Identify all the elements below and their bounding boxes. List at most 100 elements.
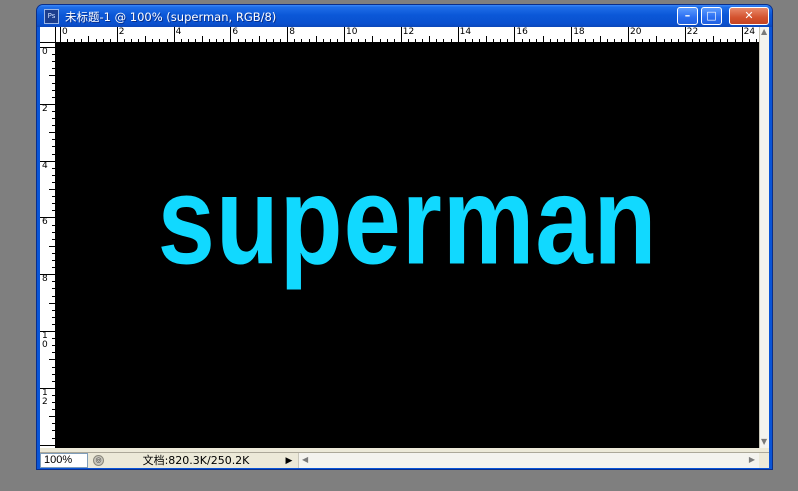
- ruler-tick: [52, 68, 55, 70]
- ruler-tick: [706, 39, 708, 42]
- ruler-tick: [49, 302, 55, 304]
- document-window: Ps 未标题-1 @ 100% (superman, RGB/8) – □ ✕ …: [36, 4, 773, 470]
- ruler-tick: [564, 39, 566, 42]
- ruler-tick: [166, 39, 168, 42]
- ruler-tick: [52, 252, 55, 254]
- ruler-tick: [542, 36, 544, 42]
- ruler-tick: [500, 39, 502, 42]
- ruler-label: 8: [289, 27, 295, 37]
- ruler-tick: [49, 245, 55, 247]
- ruler-tick: [49, 75, 55, 77]
- ruler-tick: [49, 189, 55, 190]
- ruler-tick: [521, 39, 523, 42]
- ruler-tick: [52, 309, 55, 311]
- photoshop-icon[interactable]: Ps: [44, 9, 59, 24]
- ruler-tick: [49, 359, 55, 361]
- image-canvas[interactable]: superman: [56, 43, 759, 448]
- ruler-tick: [528, 39, 530, 42]
- ruler-tick: [230, 27, 232, 42]
- ruler-tick: [49, 132, 55, 134]
- ruler-tick: [52, 402, 55, 403]
- ruler-tick: [52, 281, 55, 283]
- ruler-label: 6: [42, 217, 48, 228]
- close-button[interactable]: ✕: [729, 7, 769, 25]
- ruler-tick: [52, 231, 55, 233]
- zoom-level-field[interactable]: 100%: [40, 453, 88, 468]
- ruler-tick: [202, 36, 203, 42]
- superman-text-layer[interactable]: superman: [84, 158, 731, 283]
- ruler-tick: [52, 203, 55, 205]
- ruler-tick: [422, 39, 424, 42]
- ruler-tick: [649, 39, 651, 42]
- ruler-tick: [258, 36, 260, 42]
- horizontal-scrollbar[interactable]: ◀ ▶: [298, 453, 759, 468]
- ruler-tick: [741, 27, 743, 42]
- ruler-tick: [386, 39, 388, 42]
- maximize-button[interactable]: □: [701, 7, 722, 25]
- ruler-tick: [52, 316, 55, 318]
- ruler-tick: [52, 338, 55, 340]
- scroll-up-icon[interactable]: ▲: [761, 27, 767, 36]
- ruler-tick: [60, 27, 61, 42]
- ruler-tick: [585, 39, 587, 42]
- title-bar[interactable]: Ps 未标题-1 @ 100% (superman, RGB/8) – □ ✕: [37, 5, 772, 27]
- scroll-right-icon[interactable]: ▶: [749, 455, 755, 464]
- ruler-tick: [351, 39, 353, 42]
- ruler-tick: [727, 39, 729, 42]
- ruler-tick: [187, 39, 189, 42]
- ruler-tick: [40, 444, 55, 446]
- ruler-tick: [549, 39, 551, 42]
- ruler-tick: [109, 39, 111, 42]
- horizontal-ruler[interactable]: 0 2 4 6 8 10 12 14 16 18 20 22 24: [56, 27, 759, 43]
- ruler-tick: [322, 39, 324, 42]
- ruler-tick: [52, 267, 55, 269]
- ruler-tick: [173, 27, 175, 42]
- ruler-tick: [464, 39, 466, 42]
- scroll-left-icon[interactable]: ◀: [302, 455, 308, 464]
- ruler-tick: [450, 39, 452, 42]
- ruler-tick: [656, 36, 658, 42]
- ruler-tick: [52, 352, 55, 354]
- ruler-origin[interactable]: [40, 27, 56, 43]
- ruler-tick: [436, 39, 438, 42]
- ruler-tick: [429, 36, 431, 42]
- document-status-icon[interactable]: ◎: [93, 455, 104, 466]
- vertical-scrollbar[interactable]: ▲ ▼: [759, 27, 769, 448]
- ruler-label: 24: [743, 27, 756, 37]
- ruler-tick: [372, 36, 374, 42]
- ruler-tick: [478, 39, 480, 42]
- minimize-button[interactable]: –: [677, 7, 698, 25]
- ruler-tick: [336, 39, 338, 42]
- ruler-label: 4: [42, 160, 48, 171]
- ruler-tick: [52, 345, 55, 347]
- status-menu-arrow-icon[interactable]: ▶: [283, 453, 295, 468]
- ruler-tick: [52, 394, 55, 396]
- ruler-label: 16: [516, 27, 528, 37]
- ruler-label: 4: [175, 27, 182, 37]
- ruler-tick: [273, 39, 274, 42]
- ruler-label: 8: [42, 274, 48, 285]
- ruler-tick: [52, 288, 55, 290]
- ruler-label: 14: [459, 27, 472, 37]
- ruler-label: 18: [573, 27, 585, 37]
- status-bar: 100% ◎ 文档:820.3K/250.2K ▶ ◀ ▶: [40, 452, 769, 468]
- ruler-tick: [748, 39, 750, 42]
- vertical-ruler[interactable]: 0 2 4 6 8 10 12: [40, 43, 56, 448]
- ruler-label: 22: [686, 27, 699, 37]
- ruler-tick: [606, 39, 608, 42]
- scroll-down-icon[interactable]: ▼: [761, 437, 767, 446]
- ruler-tick: [699, 39, 700, 42]
- ruler-label: 12: [402, 27, 415, 37]
- ruler-tick: [237, 39, 239, 42]
- ruler-label: 20: [630, 27, 642, 37]
- ruler-tick: [180, 39, 182, 42]
- ruler-tick: [443, 39, 445, 42]
- ruler-tick: [535, 39, 537, 42]
- ruler-tick: [52, 82, 55, 84]
- ruler-tick: [52, 295, 55, 297]
- ruler-tick: [557, 39, 558, 42]
- ruler-label: 12: [42, 387, 48, 407]
- ruler-tick: [365, 39, 367, 42]
- ruler-tick: [95, 39, 97, 42]
- ruler-tick: [216, 39, 218, 42]
